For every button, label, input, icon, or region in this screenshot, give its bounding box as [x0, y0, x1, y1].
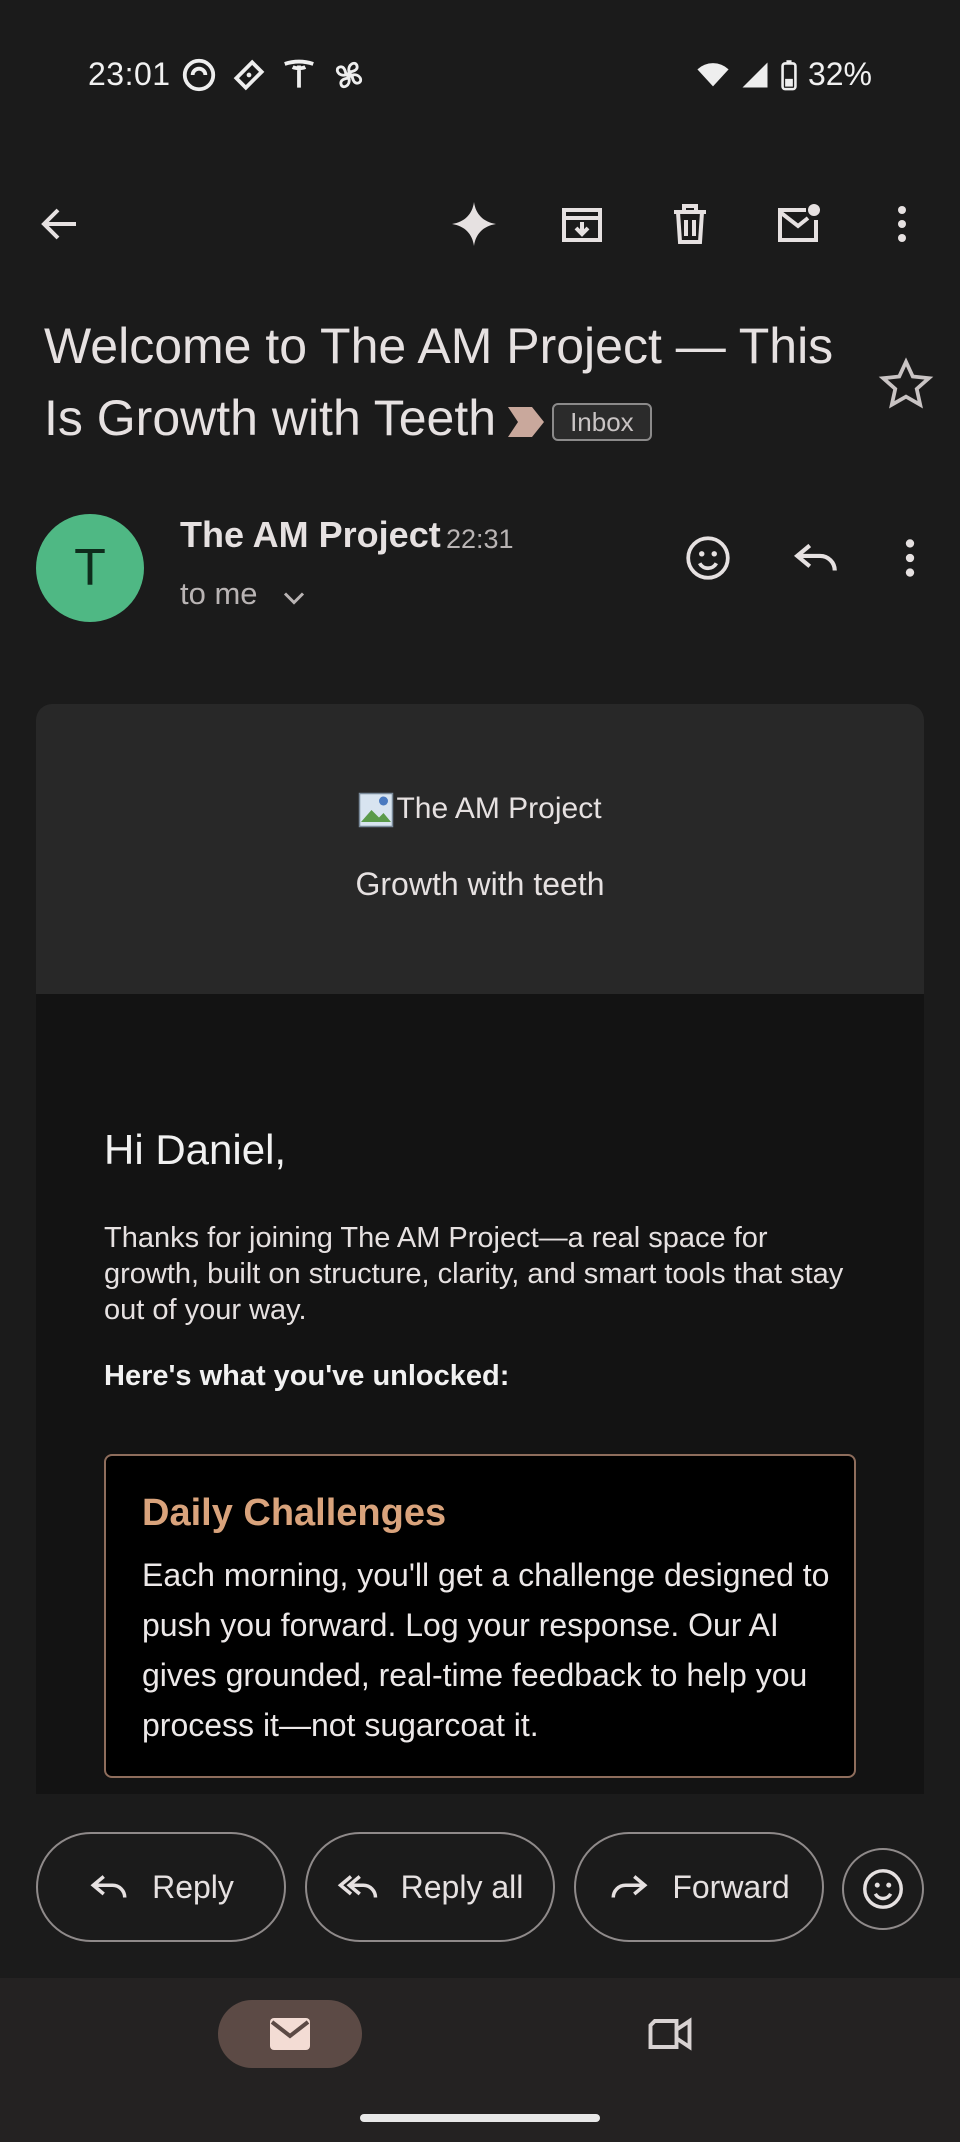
status-time: 23:01: [88, 56, 171, 92]
status-system-icons: 32%: [696, 56, 872, 93]
email-body: The AM Project Growth with teeth Hi Dani…: [36, 704, 924, 1794]
tesla-icon: [284, 59, 314, 88]
inbox-label-chip[interactable]: Inbox: [552, 402, 652, 441]
archive-icon: [562, 208, 602, 242]
reply-all-label: Reply all: [400, 1868, 524, 1905]
tagline: Growth with teeth: [355, 866, 605, 902]
logo-alt-text: The AM Project: [396, 792, 602, 825]
broken-image-icon: [359, 792, 394, 828]
mail-icon: [270, 2018, 310, 2050]
wifi-icon: [697, 62, 729, 86]
reply-icon: [793, 543, 837, 571]
importance-marker-icon: [508, 406, 545, 437]
forward-label: Forward: [672, 1868, 790, 1905]
fan-icon: [335, 61, 363, 89]
notification-app-icon: [182, 58, 216, 92]
gemini-sparkle-icon: [452, 202, 496, 246]
video-call-icon: [648, 2017, 692, 2051]
reply-label: Reply: [152, 1868, 234, 1905]
status-notification-icons: [180, 56, 368, 94]
email-subject: Welcome to The AM Project — This Is Grow…: [44, 310, 854, 454]
avatar[interactable]: T: [36, 514, 144, 622]
reply-button[interactable]: Reply: [36, 1832, 286, 1942]
delete-button[interactable]: [654, 188, 726, 260]
email-header-banner: The AM Project Growth with teeth: [36, 704, 924, 994]
signal-icon: [742, 62, 768, 87]
battery-percent: 32%: [807, 56, 872, 92]
emoji-icon: [863, 1869, 903, 1909]
emoji-icon: [686, 536, 730, 580]
archive-button[interactable]: [546, 188, 618, 260]
delete-icon: [674, 204, 706, 244]
message-more-button[interactable]: [878, 526, 942, 590]
sender-name: The AM Project: [180, 514, 441, 555]
more-vert-icon: [898, 206, 906, 242]
recipient-details[interactable]: to me: [180, 576, 258, 612]
react-button[interactable]: [842, 1848, 924, 1930]
feature-title: Daily Challenges: [142, 1492, 447, 1534]
unlocked-heading: Here's what you've unlocked:: [104, 1360, 510, 1392]
battery-icon: [781, 59, 797, 90]
mark-unread-icon: [778, 204, 820, 242]
more-vert-icon: [905, 539, 915, 577]
nav-mail-tab[interactable]: [218, 2000, 362, 2068]
intro-paragraph: Thanks for joining The AM Project—a real…: [104, 1222, 844, 1326]
feature-description: Each morning, you'll get a challenge des…: [142, 1557, 830, 1743]
arrow-back-icon: [41, 208, 76, 240]
nav-meet-tab[interactable]: [634, 2000, 706, 2068]
reply-all-icon: [337, 1875, 377, 1898]
more-options-button[interactable]: [866, 188, 938, 260]
reply-icon-button[interactable]: [784, 526, 848, 590]
feature-card: Daily Challenges Each morning, you'll ge…: [104, 1454, 856, 1778]
ticket-icon: [233, 59, 265, 91]
subject-text: Welcome to The AM Project — This Is Grow…: [44, 318, 834, 446]
logo: The AM Project: [36, 792, 924, 828]
greeting: Hi Daniel,: [104, 1126, 287, 1173]
home-indicator[interactable]: [360, 2114, 600, 2122]
gemini-button[interactable]: [438, 188, 510, 260]
star-icon[interactable]: [878, 356, 934, 412]
bottom-navigation: [0, 1978, 960, 2142]
reply-all-button[interactable]: Reply all: [305, 1832, 555, 1942]
mark-unread-button[interactable]: [762, 188, 834, 260]
reply-icon: [90, 1875, 127, 1898]
sent-time: 22:31: [446, 524, 514, 554]
forward-button[interactable]: Forward: [574, 1832, 824, 1942]
forward-icon: [611, 1875, 648, 1898]
add-reaction-button[interactable]: [676, 526, 740, 590]
back-button[interactable]: [24, 188, 96, 260]
chevron-down-icon[interactable]: [276, 580, 312, 616]
